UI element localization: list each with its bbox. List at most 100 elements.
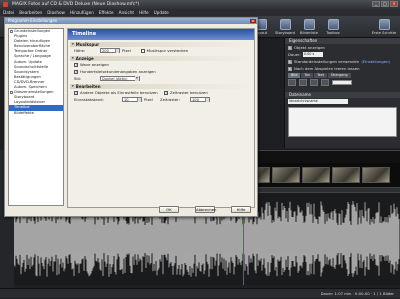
menu-effekte[interactable]: Effekte (99, 9, 114, 16)
settings-dialog: Programm-Einstellungen × Grundeinstellun… (4, 17, 258, 217)
erste-schritte-label: Erste Schritte (371, 31, 397, 35)
menu-ansicht[interactable]: Ansicht (119, 9, 134, 16)
filename-input[interactable]: Verzeichnisname (288, 99, 348, 104)
bilderliste-button[interactable]: Bilderliste (298, 18, 320, 37)
rotate-icon[interactable] (288, 79, 296, 86)
menu-hilfe[interactable]: Hilfe (139, 9, 149, 16)
musikspur-verstecken-label: Musikspur verstecken (146, 48, 189, 53)
storyboard-button[interactable]: Storyboard (274, 18, 296, 37)
stil-select[interactable]: Dunkel (Aktiv) (100, 76, 140, 81)
tree-item-label: CD/DVD-Brenner (14, 79, 45, 84)
dialog-title-bar: Programm-Einstellungen (5, 18, 257, 24)
toolbox-icon (327, 19, 339, 30)
menu-bearbeiten[interactable]: Bearbeiten (19, 9, 42, 16)
close-window-button[interactable]: × (390, 1, 398, 7)
andere-objekte-checkbox[interactable] (74, 90, 78, 95)
tool-icons-row (285, 79, 400, 86)
group-bearbeiten: ▾Bearbeiten Andere Objekte als Einrastfe… (70, 84, 252, 103)
window-controls: _ □ × (372, 1, 398, 7)
standard-label: Standardeinstellungen verwenden (294, 59, 360, 64)
tree-item-label: Bildeffekte (14, 110, 34, 115)
hoehe-label: Höhe: (74, 48, 86, 53)
collapse-icon[interactable]: ▾ (72, 56, 74, 61)
tree-expand-icon[interactable] (10, 29, 13, 33)
tree-expand-icon[interactable] (10, 90, 13, 94)
leeren-checkbox[interactable] (288, 66, 292, 71)
bilderliste-icon (303, 19, 315, 30)
color-swatch[interactable] (332, 80, 352, 85)
zeitraster-checkbox[interactable] (164, 90, 168, 95)
storyboard-label: Storyboard (275, 31, 295, 35)
crop-icon[interactable] (299, 79, 307, 86)
zeitraster-checkbox-label: Zeitraster benutzen (170, 90, 208, 95)
filename-row: Verzeichnisname (285, 98, 400, 105)
tree-item-label: Autom. Update (14, 59, 42, 64)
toolbox-label: Toolbox (326, 31, 340, 35)
hundertstel-checkbox[interactable] (74, 69, 78, 74)
group-label: Bearbeiten (75, 84, 101, 89)
einrast-checks-row: Andere Objekte als Einrastfelle benutzen… (70, 89, 252, 96)
tab-text[interactable]: Text (314, 73, 327, 78)
collapse-icon[interactable]: ▾ (72, 42, 74, 47)
tab-bild[interactable]: Bild (288, 73, 301, 78)
dialog-close-button[interactable]: × (250, 19, 256, 23)
toolbox-button[interactable]: Toolbox (322, 18, 344, 37)
musikspur-verstecken-checkbox[interactable] (140, 48, 145, 53)
standard-checkbox[interactable] (288, 59, 292, 64)
group-label: Musikspur (75, 42, 100, 47)
einrastabstand-spinner[interactable]: 10 (122, 97, 142, 102)
erste-schritte-icon (378, 19, 390, 30)
dauer-input[interactable]: 0:00 s (302, 52, 323, 57)
tree-item-label: Plugins (14, 34, 28, 39)
objekt-anzeigen-checkbox[interactable] (288, 45, 292, 50)
maximize-button[interactable]: □ (381, 1, 389, 7)
objekt-anzeigen-row: Objekt anzeigen (285, 44, 400, 51)
stil-label: Stil: (74, 76, 82, 81)
tab-ton[interactable]: Ton (301, 73, 314, 78)
menu-hinzufuegen[interactable]: Hinzufügen (70, 9, 94, 16)
tree-item-label: Bestätigungen (14, 74, 41, 79)
erste-schritte-button[interactable]: Erste Schritte (370, 18, 398, 37)
tree-item-label: Soundschnittstelle (14, 64, 49, 69)
photo-thumbnail[interactable] (302, 167, 330, 183)
collapse-icon[interactable]: ▾ (72, 84, 74, 89)
dauer-label: Dauer: (288, 52, 301, 57)
zoom-icon[interactable] (321, 79, 329, 86)
tree-item-label: Dateien hinzufügen (14, 39, 51, 44)
bilderliste-label: Bilderliste (300, 31, 318, 35)
ok-button[interactable]: OK (159, 206, 179, 213)
app-icon (3, 2, 8, 7)
hoehe-unit: Pixel (122, 48, 131, 53)
menu-diashow[interactable]: Diashow (47, 9, 65, 16)
window-title-bar: MAGIX Fotos auf CD & DVD Deluxe (Neue Di… (0, 0, 400, 9)
menu-datei[interactable]: Datei (3, 9, 14, 16)
pane-title: Timeline (68, 29, 254, 40)
tab-uebergang[interactable]: Übergang (327, 73, 351, 78)
tree-item-label: Benutzeroberfläche (14, 44, 51, 49)
minimize-button[interactable]: _ (372, 1, 380, 7)
menu-update[interactable]: Update (154, 9, 169, 16)
photo-thumbnail[interactable] (332, 167, 360, 183)
photo-thumbnail[interactable] (272, 167, 300, 183)
photo-thumbnail[interactable] (362, 167, 390, 183)
file-list[interactable] (288, 107, 397, 137)
tree-item[interactable]: Bildeffekte (9, 111, 63, 116)
zeitraster-label: Zeitraster: (160, 97, 180, 102)
hundertstel-row: Hundertstelsekundenangaben anzeigen (70, 68, 252, 75)
menu-bar: Datei Bearbeiten Diashow Hinzufügen Effe… (0, 9, 400, 16)
hoehe-row: Höhe: 200 Pixel Musikspur verstecken (70, 47, 252, 54)
zeitraster-spinner[interactable]: 100 (190, 97, 210, 102)
hundertstel-label: Hundertstelsekundenangaben anzeigen (80, 69, 156, 74)
color-icon[interactable] (310, 79, 318, 86)
tree-item-label: Timeline (14, 105, 30, 110)
cancel-button[interactable]: Abbrechen (195, 206, 216, 213)
wave-anzeigen-checkbox[interactable] (74, 62, 78, 67)
einrast-values-row: Einrastabstand: 10 Pixel Zeitraster: 100 (70, 96, 252, 103)
help-button[interactable]: Hilfe (231, 206, 251, 213)
stil-row: Stil: Dunkel (Aktiv) (70, 75, 252, 82)
tree-item-label: Storyboard (14, 95, 35, 100)
group-musikspur: ▾ Musikspur Höhe: 200 Pixel Musikspur ver… (70, 42, 252, 54)
hoehe-spinner[interactable]: 200 (100, 48, 120, 53)
tree-item-label: Diaszeneinstellungen (14, 90, 54, 95)
einstellungen-link[interactable]: (Einstellungen) (361, 59, 390, 64)
